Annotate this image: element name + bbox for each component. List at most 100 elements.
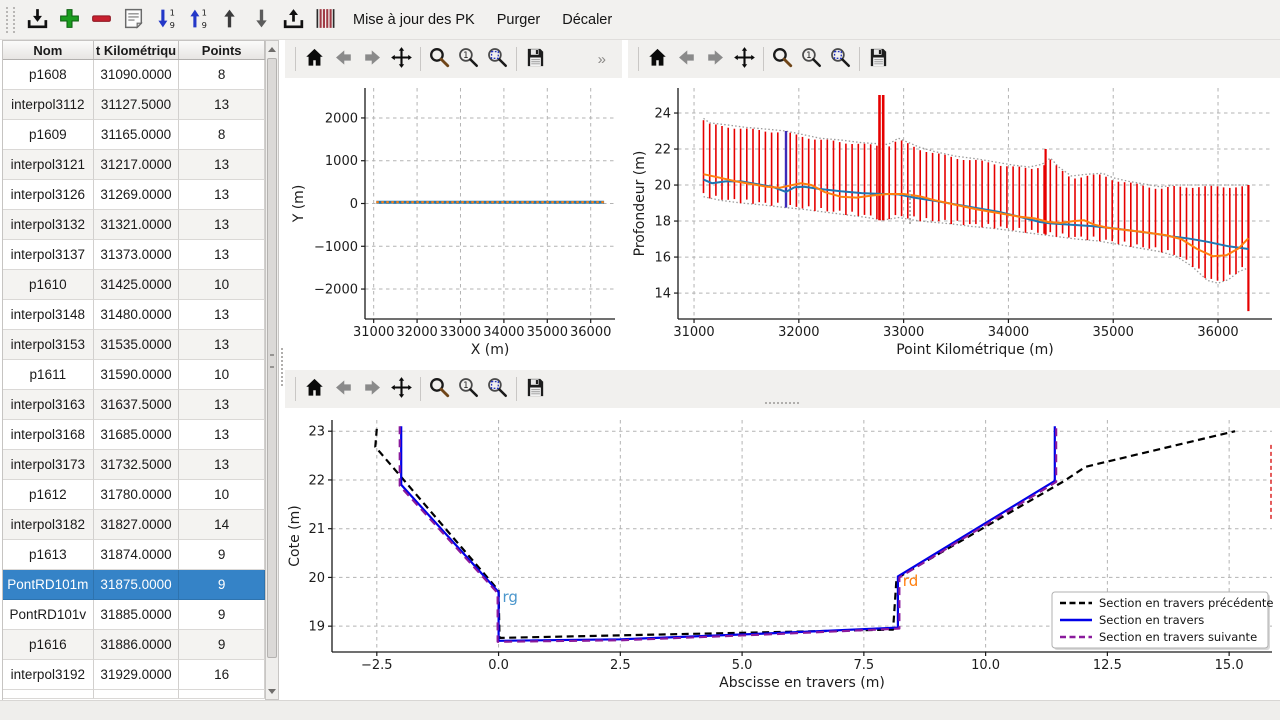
table-row[interactable]: p161631886.00009 — [3, 630, 265, 660]
row-pk-cell[interactable]: 31637.5000 — [94, 390, 180, 420]
notes-button[interactable] — [117, 3, 149, 37]
section-zoom-one-button[interactable]: 1 — [454, 374, 483, 404]
profile-chart-canvas[interactable]: 3100032000330003400035000360001416182022… — [628, 78, 1280, 370]
row-pk-cell[interactable]: 31827.0000 — [94, 510, 180, 540]
row-points-cell[interactable]: 9 — [179, 630, 265, 660]
table-row[interactable]: interpol318231827.000014 — [3, 510, 265, 540]
row-pk-cell[interactable]: 31269.0000 — [94, 180, 180, 210]
toolbar-overflow-button[interactable]: » — [592, 50, 612, 69]
row-points-cell[interactable]: 13 — [179, 210, 265, 240]
profile-pan-button[interactable] — [730, 44, 759, 74]
profile-home-button[interactable] — [643, 44, 672, 74]
table-row[interactable]: interpol316831685.000013 — [3, 420, 265, 450]
section-forward-button[interactable] — [358, 374, 387, 404]
row-pk-cell[interactable]: 31090.0000 — [94, 60, 180, 90]
row-nom-cell[interactable]: interpol3126 — [3, 180, 94, 210]
row-points-cell[interactable]: 13 — [179, 150, 265, 180]
row-points-cell[interactable]: 13 — [179, 390, 265, 420]
profile-save-button[interactable] — [864, 44, 893, 74]
row-pk-cell[interactable]: 31732.5000 — [94, 450, 180, 480]
table-row[interactable]: p161131590.000010 — [3, 360, 265, 390]
sort-descending-button[interactable]: 19 — [149, 3, 181, 37]
profile-zoom-one-button[interactable]: 1 — [797, 44, 826, 74]
section-zoom-fit-button[interactable] — [483, 374, 512, 404]
row-points-cell[interactable]: 13 — [179, 90, 265, 120]
column-header-nom[interactable]: Nom — [3, 41, 94, 59]
profile-zoom-button[interactable] — [768, 44, 797, 74]
scrollbar-thumb[interactable] — [267, 58, 277, 658]
row-pk-cell[interactable]: 31535.0000 — [94, 330, 180, 360]
table-row[interactable]: interpol312631269.000013 — [3, 180, 265, 210]
plan-save-button[interactable] — [521, 44, 550, 74]
column-header-pk[interactable]: t Kilométriqu — [94, 41, 180, 59]
profile-forward-button[interactable] — [701, 44, 730, 74]
table-row[interactable]: p160931165.00008 — [3, 120, 265, 150]
section-chart-canvas[interactable]: rgrd−2.50.02.55.07.510.012.515.019202122… — [285, 408, 1280, 700]
table-row[interactable]: p160831090.00008 — [3, 60, 265, 90]
section-back-button[interactable] — [329, 374, 358, 404]
section-zoom-button[interactable] — [425, 374, 454, 404]
update-pk-button[interactable]: Mise à jour des PK — [343, 6, 485, 34]
add-button[interactable] — [53, 3, 85, 37]
row-points-cell[interactable]: 16 — [179, 660, 265, 690]
table-row[interactable]: interpol313231321.000013 — [3, 210, 265, 240]
table-row[interactable]: p161231780.000010 — [3, 480, 265, 510]
move-up-button[interactable] — [213, 3, 245, 37]
table-row[interactable]: PontRD101m31875.00009 — [3, 570, 265, 600]
row-points-cell[interactable]: 13 — [179, 240, 265, 270]
row-nom-cell[interactable]: p1612 — [3, 480, 94, 510]
plan-zoom-fit-button[interactable] — [483, 44, 512, 74]
row-points-cell[interactable]: 13 — [179, 180, 265, 210]
table-row[interactable]: interpol317331732.500013 — [3, 450, 265, 480]
row-nom-cell[interactable]: p1608 — [3, 60, 94, 90]
row-points-cell[interactable]: 10 — [179, 480, 265, 510]
row-pk-cell[interactable]: 31127.5000 — [94, 90, 180, 120]
row-pk-cell[interactable]: 31780.0000 — [94, 480, 180, 510]
row-nom-cell[interactable]: interpol3182 — [3, 510, 94, 540]
row-points-cell[interactable]: 10 — [179, 360, 265, 390]
table-row[interactable]: interpol314831480.000013 — [3, 300, 265, 330]
profile-zoom-fit-button[interactable] — [826, 44, 855, 74]
row-pk-cell[interactable]: 31685.0000 — [94, 420, 180, 450]
export-button[interactable] — [277, 3, 309, 37]
row-nom-cell[interactable]: interpol3137 — [3, 240, 94, 270]
section-home-button[interactable] — [300, 374, 329, 404]
row-pk-cell[interactable]: 31217.0000 — [94, 150, 180, 180]
row-points-cell[interactable]: 9 — [179, 570, 265, 600]
plan-back-button[interactable] — [329, 44, 358, 74]
row-points-cell[interactable]: 8 — [179, 120, 265, 150]
row-nom-cell[interactable]: PontRD101v — [3, 600, 94, 630]
plan-forward-button[interactable] — [358, 44, 387, 74]
row-points-cell[interactable]: 9 — [179, 540, 265, 570]
horizontal-splitter[interactable] — [765, 402, 799, 406]
purge-button[interactable]: Purger — [487, 6, 551, 34]
row-pk-cell[interactable]: 31886.0000 — [94, 630, 180, 660]
row-nom-cell[interactable]: interpol3168 — [3, 420, 94, 450]
section-save-button[interactable] — [521, 374, 550, 404]
row-nom-cell[interactable]: p1609 — [3, 120, 94, 150]
row-nom-cell[interactable]: interpol3192 — [3, 660, 94, 690]
row-pk-cell[interactable]: 31165.0000 — [94, 120, 180, 150]
row-pk-cell[interactable]: 31425.0000 — [94, 270, 180, 300]
row-nom-cell[interactable]: interpol3112 — [3, 90, 94, 120]
row-pk-cell[interactable]: 31885.0000 — [94, 600, 180, 630]
row-nom-cell[interactable]: PontRD101m — [3, 570, 94, 600]
plan-zoom-one-button[interactable]: 1 — [454, 44, 483, 74]
table-row[interactable]: p161331874.00009 — [3, 540, 265, 570]
row-points-cell[interactable]: 8 — [179, 60, 265, 90]
row-points-cell[interactable]: 13 — [179, 330, 265, 360]
row-nom-cell[interactable]: interpol3121 — [3, 150, 94, 180]
plan-home-button[interactable] — [300, 44, 329, 74]
remove-button[interactable] — [85, 3, 117, 37]
vertical-splitter-mid[interactable] — [909, 190, 913, 224]
row-pk-cell[interactable]: 31373.0000 — [94, 240, 180, 270]
table-row[interactable]: interpol311231127.500013 — [3, 90, 265, 120]
shift-button[interactable]: Décaler — [552, 6, 622, 34]
row-nom-cell[interactable]: interpol3148 — [3, 300, 94, 330]
table-row[interactable]: PontRD101v31885.00009 — [3, 600, 265, 630]
row-pk-cell[interactable]: 31874.0000 — [94, 540, 180, 570]
row-nom-cell[interactable]: interpol3153 — [3, 330, 94, 360]
row-nom-cell[interactable]: interpol3132 — [3, 210, 94, 240]
plan-chart-canvas[interactable]: 310003200033000340003500036000−2000−1000… — [285, 78, 622, 370]
move-down-button[interactable] — [245, 3, 277, 37]
